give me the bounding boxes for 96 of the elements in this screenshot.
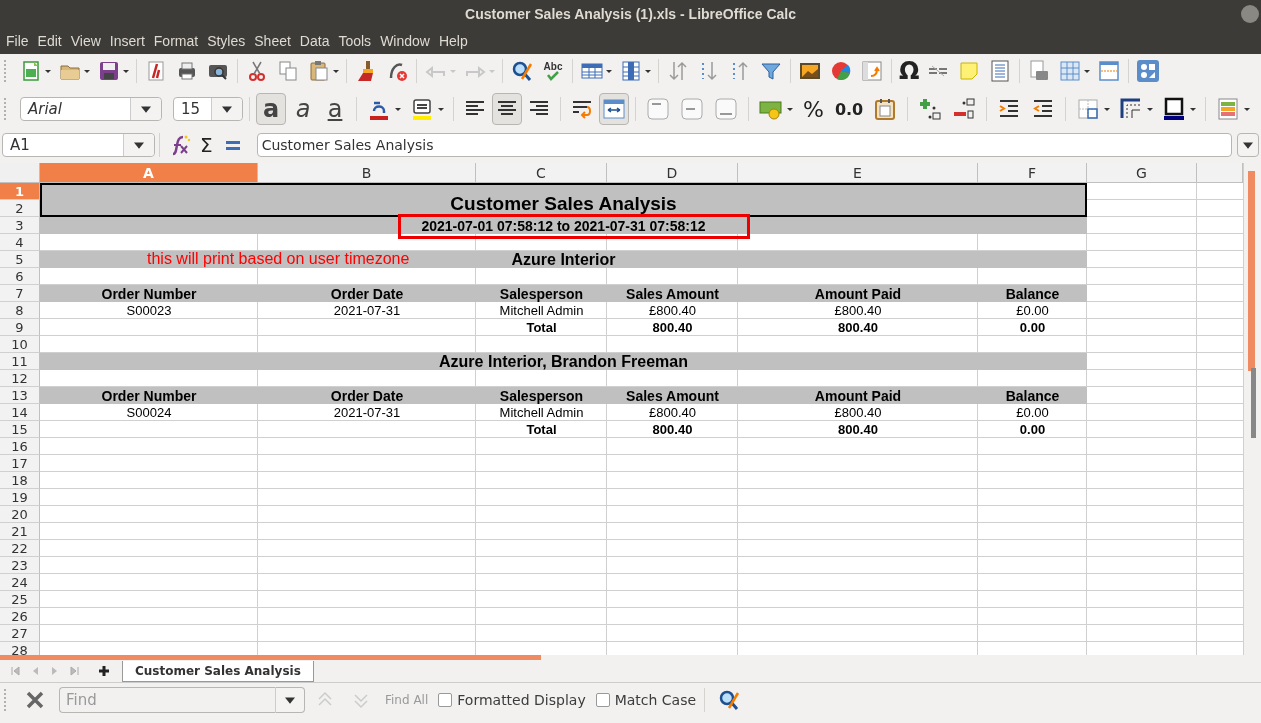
table-cell-text: £0.00 (1015, 302, 1050, 319)
total-cell-text: 0.00 (1018, 421, 1047, 438)
table-cell-text: Mitchell Admin (498, 302, 585, 319)
row-header[interactable]: 20 (0, 506, 40, 523)
menu-item[interactable]: Tools (334, 33, 377, 49)
column-heading: Order Number (100, 387, 198, 404)
column-header[interactable]: D (607, 163, 738, 183)
row-header[interactable]: 11 (0, 353, 40, 370)
row-header[interactable]: 21 (0, 523, 40, 540)
window-title: Customer Sales Analysis (1).xls - LibreOffice Calc (465, 6, 796, 22)
row-header[interactable]: 16 (0, 438, 40, 455)
row-header[interactable]: 23 (0, 557, 40, 574)
column-heading: Balance (1004, 387, 1061, 404)
customer-name: Azure Interior, Brandon Freeman (439, 352, 688, 371)
column-heading: Order Number (100, 285, 198, 302)
font-size-field[interactable]: 15 (173, 97, 243, 121)
total-cell-text: 800.40 (651, 421, 694, 438)
table-cell-text: S00023 (125, 302, 173, 319)
row-header[interactable]: 28 (0, 642, 40, 655)
menu-item[interactable]: Sheet (250, 33, 296, 49)
sheet-tab[interactable]: Customer Sales Analysis (122, 660, 314, 682)
menu-item[interactable]: Window (376, 33, 435, 49)
bold-button[interactable]: a (256, 93, 286, 125)
row-header[interactable]: 3 (0, 217, 40, 234)
menu-item[interactable]: Insert (105, 33, 150, 49)
menu-item[interactable]: View (66, 33, 106, 49)
row-header[interactable]: 7 (0, 285, 40, 302)
table-cell-text: £800.40 (648, 404, 697, 421)
column-heading: Salesperson (498, 285, 585, 302)
row-header[interactable]: 24 (0, 574, 40, 591)
row-header[interactable]: 10 (0, 336, 40, 353)
total-cell-text: Total (525, 319, 558, 336)
menu-item[interactable]: Data (295, 33, 335, 49)
table-cell-text: £800.40 (833, 404, 883, 421)
table-cell-text: Mitchell Admin (498, 404, 585, 421)
table-cell-text: £800.40 (833, 302, 883, 319)
row-header[interactable]: 14 (0, 404, 40, 421)
column-header[interactable]: F (978, 163, 1087, 183)
checkbox-label: Match Case (614, 692, 697, 708)
column-heading: Order Date (329, 387, 405, 404)
row-header[interactable]: 13 (0, 387, 40, 404)
column-heading: Amount Paid (813, 387, 903, 404)
annotation-note: this will print based on user timezone (147, 250, 410, 268)
font-name-field[interactable]: Arial (20, 97, 162, 121)
row-header[interactable]: 6 (0, 268, 40, 285)
row-header[interactable]: 27 (0, 625, 40, 642)
sum-icon[interactable]: Σ (196, 133, 217, 157)
row-header[interactable]: 19 (0, 489, 40, 506)
column-heading: Sales Amount (625, 387, 720, 404)
total-cell-text: 800.40 (837, 421, 879, 438)
table-cell-text: £800.40 (648, 302, 697, 319)
formula-input[interactable]: Customer Sales Analysis (256, 133, 1232, 157)
menu-item[interactable]: Format (149, 33, 204, 49)
column-heading: Order Date (329, 285, 405, 302)
row-header[interactable]: 4 (0, 234, 40, 251)
row-header[interactable]: 5 (0, 251, 40, 268)
total-cell-text: 800.40 (837, 319, 879, 336)
row-header[interactable]: 18 (0, 472, 40, 489)
table-cell-text: 2021-07-31 (332, 404, 402, 421)
row-header[interactable]: 8 (0, 302, 40, 319)
table-cell-text: £0.00 (1015, 404, 1050, 421)
omega-icon[interactable]: Ω (896, 59, 923, 83)
table-cell-text: 2021-07-31 (332, 302, 402, 319)
row-header[interactable]: 22 (0, 540, 40, 557)
column-header[interactable]: G (1087, 163, 1197, 183)
column-heading: Salesperson (498, 387, 585, 404)
column-heading: Sales Amount (625, 285, 720, 302)
row-header[interactable]: 15 (0, 421, 40, 438)
total-cell-text: Total (525, 421, 558, 438)
row-header[interactable]: 17 (0, 455, 40, 472)
column-heading: Balance (1004, 285, 1061, 302)
percent-icon[interactable]: % (798, 96, 829, 122)
italic-button[interactable]: a (288, 93, 318, 125)
table-cell-text: S00024 (125, 404, 173, 421)
find-field[interactable]: Find (59, 687, 275, 713)
report-title: Customer Sales Analysis (40, 183, 1087, 217)
column-header[interactable]: C (476, 163, 607, 183)
column-header[interactable]: E (738, 163, 978, 183)
customer-name: Azure Interior (511, 250, 616, 269)
column-header[interactable]: B (258, 163, 476, 183)
underline-button[interactable]: a (320, 93, 350, 125)
row-header[interactable]: 26 (0, 608, 40, 625)
row-header[interactable]: 2 (0, 200, 40, 217)
row-header[interactable]: 12 (0, 370, 40, 387)
name-box[interactable]: A1 (2, 133, 155, 157)
column-heading: Amount Paid (813, 285, 903, 302)
menu-item[interactable]: Help (434, 33, 473, 49)
menu-item[interactable]: Styles (203, 33, 251, 49)
checkbox-label: Formatted Display (457, 692, 586, 708)
row-header[interactable]: 9 (0, 319, 40, 336)
row-header[interactable]: 25 (0, 591, 40, 608)
number-format-icon[interactable]: 0.0 (830, 99, 868, 119)
menu-item[interactable]: File (2, 33, 34, 49)
total-cell-text: 0.00 (1018, 319, 1047, 336)
menu-item[interactable]: Edit (33, 33, 67, 49)
total-cell-text: 800.40 (651, 319, 694, 336)
